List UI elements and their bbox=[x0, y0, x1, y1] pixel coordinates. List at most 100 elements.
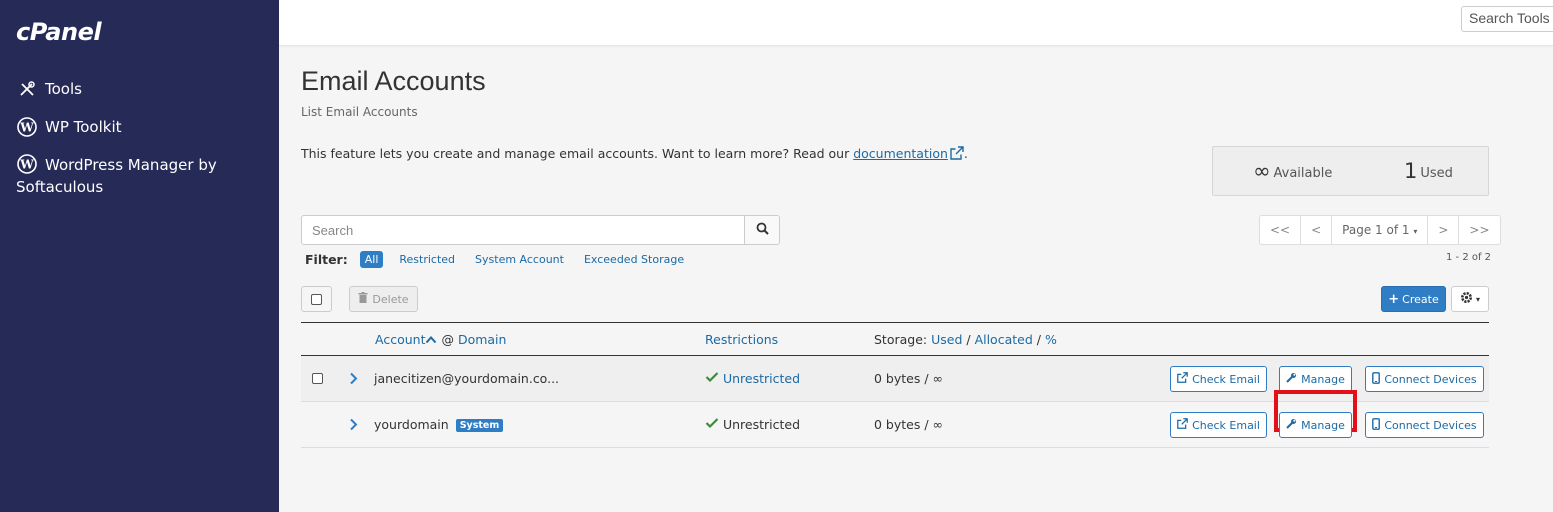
sort-account[interactable]: Account bbox=[375, 332, 425, 347]
pagination: << < Page 1 of 1 ▾ > >> bbox=[1259, 215, 1501, 245]
storage-value: 0 bytes / ∞ bbox=[874, 417, 943, 432]
connect-devices-button[interactable]: Connect Devices bbox=[1365, 412, 1484, 438]
documentation-link[interactable]: documentation bbox=[853, 146, 948, 161]
trash-icon bbox=[358, 292, 368, 306]
storage-value: 0 bytes / ∞ bbox=[874, 371, 943, 386]
available-stat: ∞ Available bbox=[1253, 159, 1332, 183]
delete-label: Delete bbox=[372, 292, 409, 306]
check-email-button[interactable]: Check Email bbox=[1170, 366, 1267, 392]
mobile-icon bbox=[1372, 417, 1381, 433]
search-input[interactable] bbox=[302, 216, 744, 244]
sidebar-item-label: Tools bbox=[45, 80, 82, 98]
sidebar-item-wp-toolkit[interactable]: W WP Toolkit bbox=[16, 116, 266, 138]
intro-text: This feature lets you create and manage … bbox=[301, 146, 968, 163]
restriction-label: Unrestricted bbox=[722, 417, 801, 432]
sort-restrictions[interactable]: Restrictions bbox=[705, 332, 778, 347]
check-email-button[interactable]: Check Email bbox=[1170, 412, 1267, 438]
sidebar-item-label: WordPress Manager by Softaculous bbox=[16, 156, 217, 196]
next-page-button[interactable]: > bbox=[1428, 216, 1460, 244]
search-tools-input[interactable]: Search Tools bbox=[1461, 6, 1553, 32]
sort-domain[interactable]: Domain bbox=[458, 332, 507, 347]
sidebar-item-tools[interactable]: Tools bbox=[16, 78, 266, 100]
sort-percent[interactable]: % bbox=[1045, 332, 1057, 347]
page-label: Page 1 of 1 bbox=[1342, 223, 1410, 237]
filter-all[interactable]: All bbox=[359, 251, 384, 268]
table-row: yourdomain System Unrestricted 0 bytes / … bbox=[301, 402, 1489, 448]
restriction-link[interactable]: Unrestricted bbox=[723, 371, 800, 386]
account-search bbox=[301, 215, 780, 245]
used-stat: 1 Used bbox=[1404, 159, 1453, 183]
expand-row-button[interactable] bbox=[349, 418, 358, 434]
top-bar bbox=[279, 0, 1553, 46]
available-value: ∞ bbox=[1253, 159, 1271, 183]
sidebar-item-wordpress-manager[interactable]: W WordPress Manager by Softaculous bbox=[16, 154, 266, 198]
table-header: Account @ Domain Restrictions Storage: U… bbox=[301, 322, 1489, 356]
first-page-button[interactable]: << bbox=[1260, 216, 1302, 244]
settings-dropdown-button[interactable]: ▾ bbox=[1451, 286, 1489, 312]
create-label: Create bbox=[1402, 292, 1439, 306]
available-label: Available bbox=[1273, 166, 1333, 181]
select-all-checkbox[interactable] bbox=[301, 286, 332, 312]
filter-system-account[interactable]: System Account bbox=[475, 253, 564, 266]
restriction-status: Unrestricted bbox=[705, 371, 800, 386]
used-value: 1 bbox=[1404, 159, 1418, 183]
row-checkbox[interactable] bbox=[312, 373, 323, 384]
sort-allocated[interactable]: Allocated bbox=[975, 332, 1033, 347]
storage-sep: / bbox=[962, 332, 975, 347]
restrictions-header: Restrictions bbox=[705, 332, 778, 347]
sidebar-nav: Tools W WP Toolkit W WordPress Manager b… bbox=[16, 78, 266, 214]
wordpress-icon: W bbox=[16, 116, 38, 138]
manage-label: Manage bbox=[1301, 418, 1345, 432]
account-name: janecitizen@yourdomain.co... bbox=[374, 371, 560, 386]
email-accounts-table: Account @ Domain Restrictions Storage: U… bbox=[301, 322, 1489, 448]
account-domain-header: Account @ Domain bbox=[375, 332, 506, 347]
account-cell: yourdomain System bbox=[374, 417, 504, 432]
delete-button[interactable]: Delete bbox=[349, 286, 418, 312]
filter-exceeded-storage[interactable]: Exceeded Storage bbox=[584, 253, 684, 266]
checkbox-box bbox=[312, 373, 323, 384]
external-link-icon bbox=[1177, 418, 1188, 432]
result-count: 1 - 2 of 2 bbox=[1446, 252, 1492, 263]
at-separator: @ bbox=[437, 332, 458, 347]
svg-text:W: W bbox=[19, 121, 34, 135]
storage-header: Storage: Used / Allocated / % bbox=[874, 332, 1057, 347]
connect-devices-button[interactable]: Connect Devices bbox=[1365, 366, 1484, 392]
manage-label: Manage bbox=[1301, 372, 1345, 386]
account-name: yourdomain bbox=[374, 417, 449, 432]
page-title: Email Accounts bbox=[301, 66, 486, 96]
connect-devices-label: Connect Devices bbox=[1384, 418, 1477, 432]
filter-bar: Filter: All Restricted System Account Ex… bbox=[305, 251, 704, 268]
last-page-button[interactable]: >> bbox=[1459, 216, 1499, 244]
create-button[interactable]: + Create bbox=[1381, 286, 1446, 312]
external-link-icon bbox=[1177, 372, 1188, 386]
check-icon bbox=[705, 417, 719, 432]
search-button[interactable] bbox=[744, 216, 779, 244]
check-email-label: Check Email bbox=[1192, 418, 1260, 432]
plus-icon: + bbox=[1388, 291, 1400, 307]
chevron-right-icon bbox=[349, 418, 358, 434]
intro-text-end: . bbox=[963, 146, 968, 161]
wrench-icon bbox=[1286, 372, 1297, 386]
external-link-icon[interactable] bbox=[950, 146, 964, 163]
connect-devices-label: Connect Devices bbox=[1384, 372, 1477, 386]
wordpress-icon: W bbox=[16, 153, 38, 175]
sidebar-item-label: WP Toolkit bbox=[45, 118, 122, 136]
manage-button[interactable]: Manage bbox=[1279, 412, 1352, 438]
page-subtitle: List Email Accounts bbox=[301, 105, 418, 119]
checkbox-box bbox=[311, 293, 322, 305]
gear-icon bbox=[1460, 291, 1473, 308]
sort-asc-icon[interactable] bbox=[425, 332, 437, 347]
check-email-label: Check Email bbox=[1192, 372, 1260, 386]
manage-button[interactable]: Manage bbox=[1279, 366, 1352, 392]
page-select[interactable]: Page 1 of 1 ▾ bbox=[1332, 216, 1429, 244]
expand-row-button[interactable] bbox=[349, 372, 358, 388]
storage-prefix: Storage: bbox=[874, 332, 932, 347]
prev-page-button[interactable]: < bbox=[1301, 216, 1333, 244]
wrench-icon bbox=[1286, 418, 1297, 432]
cpanel-logo[interactable]: cPanel bbox=[16, 18, 102, 46]
sort-used[interactable]: Used bbox=[931, 332, 962, 347]
filter-restricted[interactable]: Restricted bbox=[399, 253, 455, 266]
sidebar: cPanel Tools W WP Toolkit W WordPress Ma… bbox=[0, 0, 279, 512]
account-stats: ∞ Available 1 Used bbox=[1212, 146, 1489, 196]
caret-down-icon: ▾ bbox=[1413, 227, 1418, 236]
